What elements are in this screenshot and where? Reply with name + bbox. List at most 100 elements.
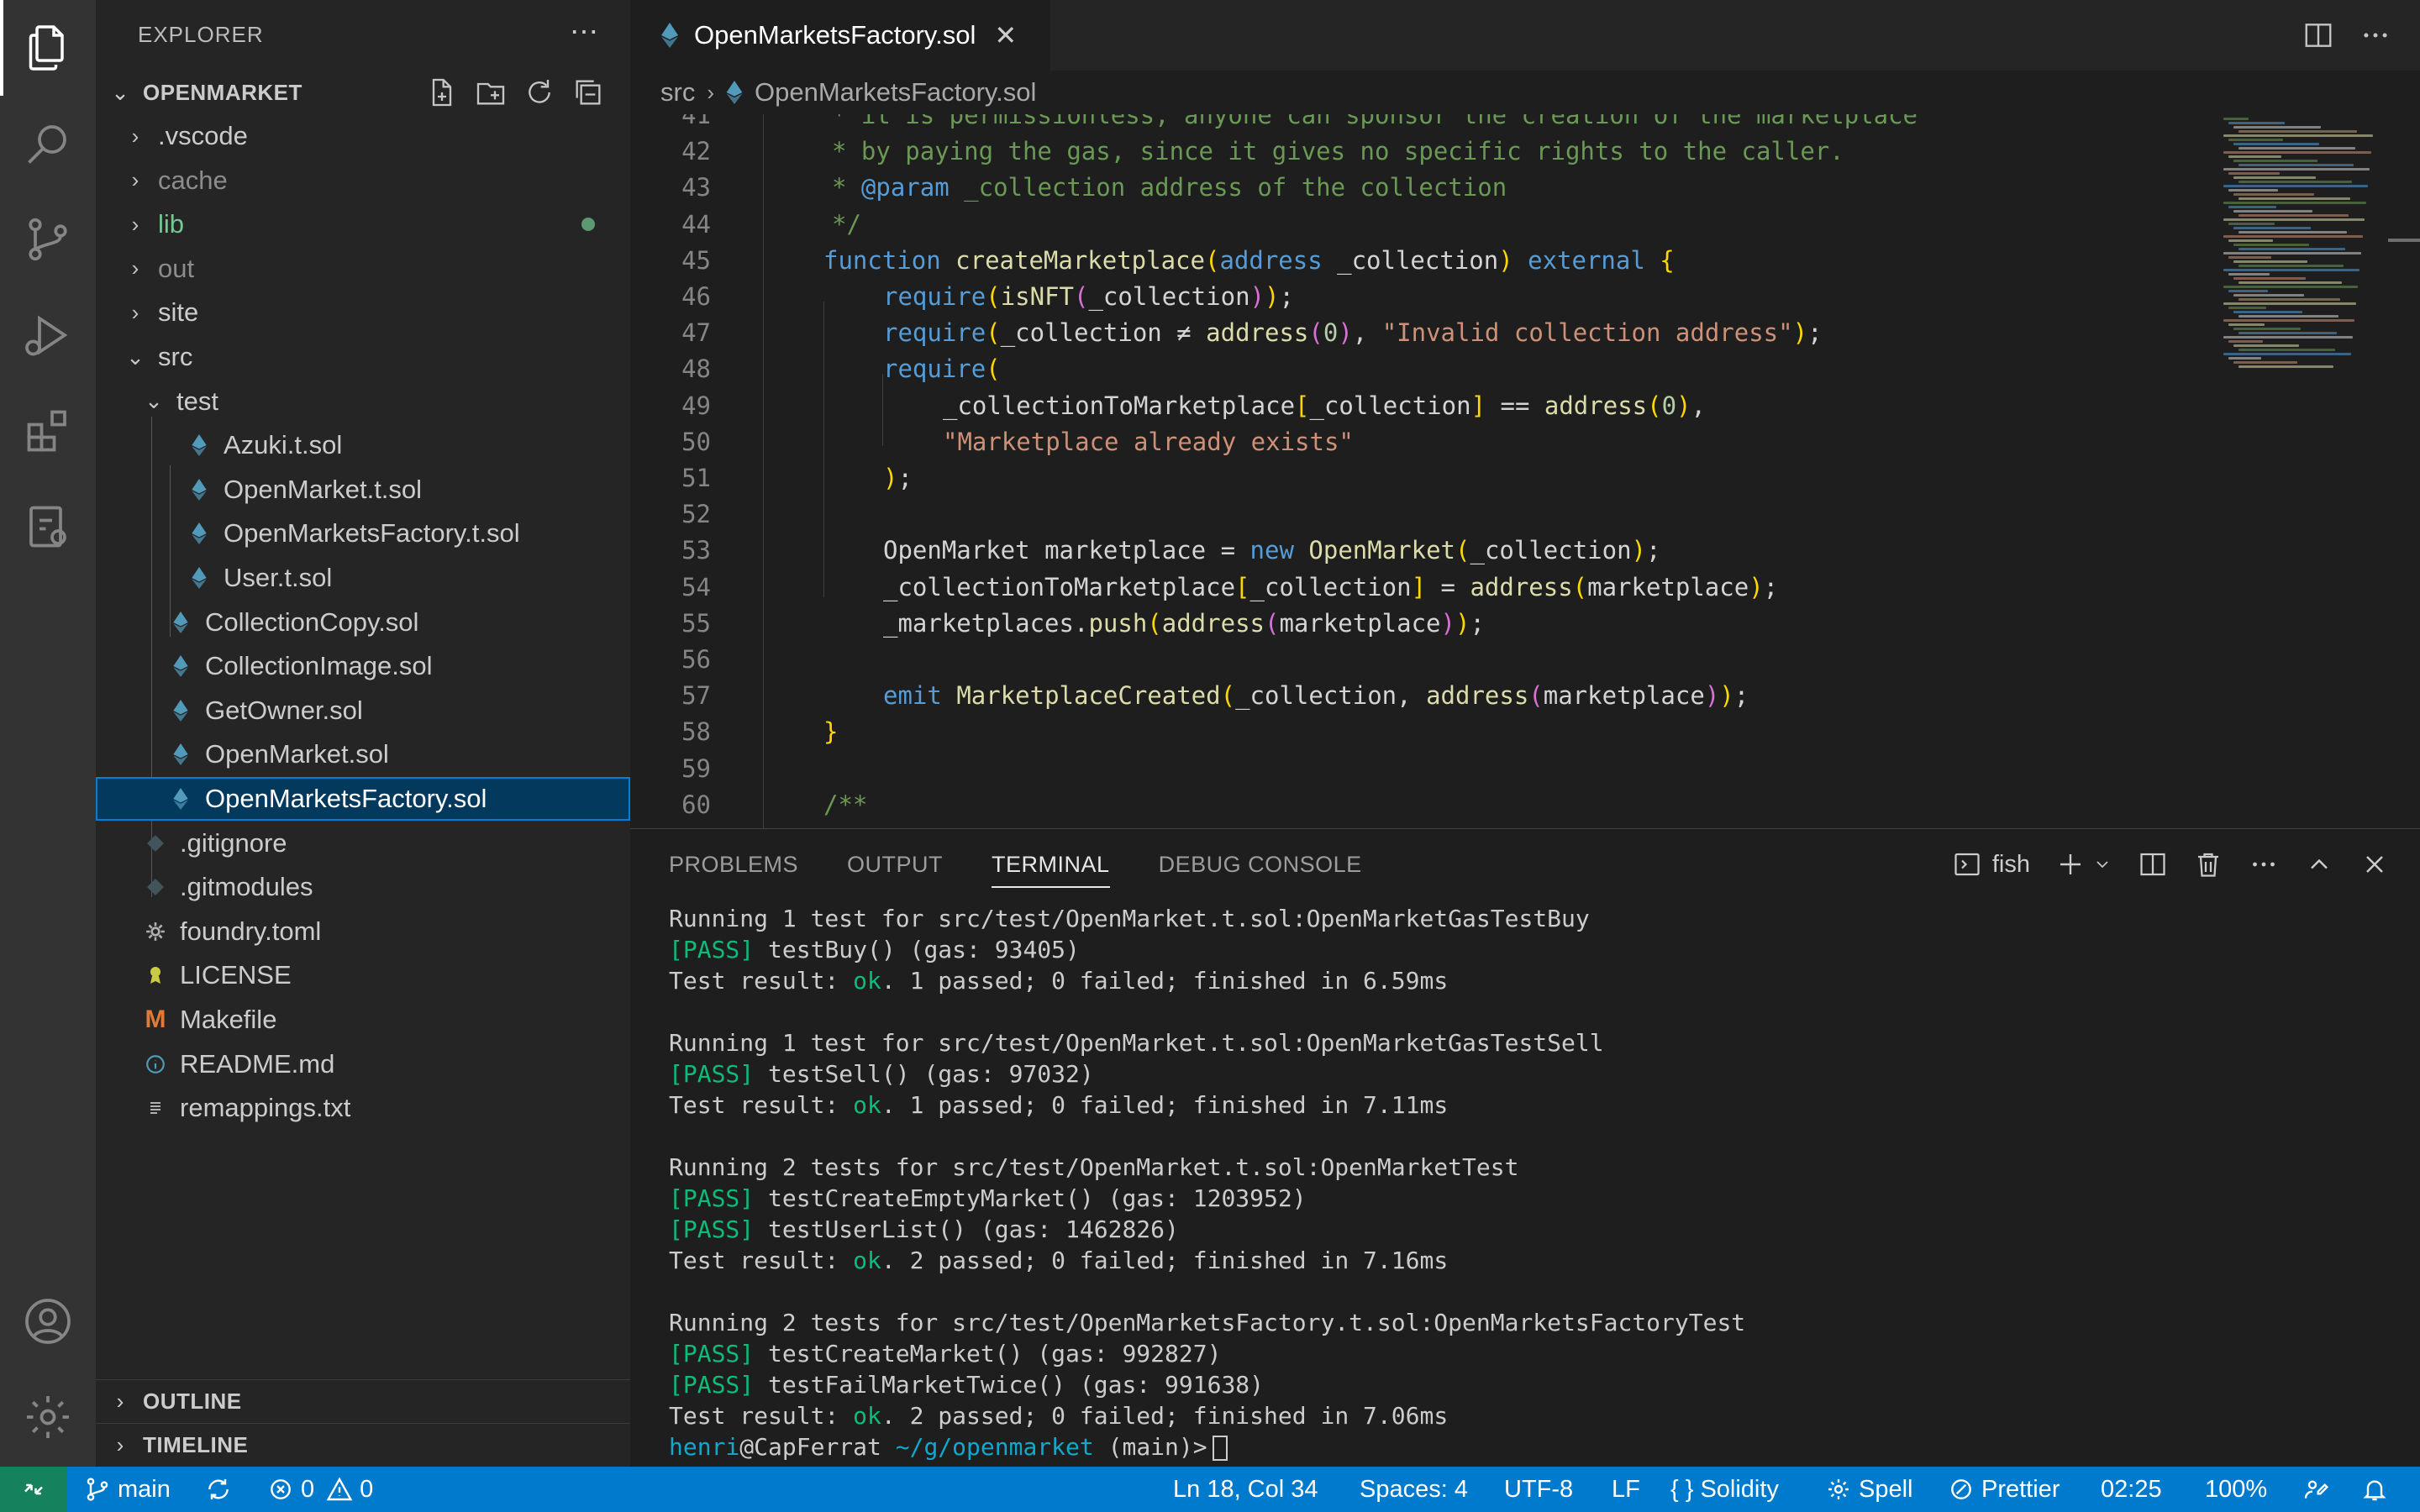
- tree-item[interactable]: › out: [96, 247, 630, 291]
- timeline-section[interactable]: › TIMELINE: [96, 1423, 630, 1467]
- more-actions-icon[interactable]: [2249, 849, 2279, 879]
- chevron-right-icon: ›: [131, 299, 139, 325]
- tree-item[interactable]: CollectionImage.sol: [96, 644, 630, 688]
- explorer-icon[interactable]: [0, 0, 96, 96]
- source-control-icon[interactable]: [0, 192, 96, 287]
- tab-terminal[interactable]: TERMINAL: [992, 829, 1110, 900]
- code-editor[interactable]: 41 * it is permissionless, anyone can spo…: [630, 114, 2420, 828]
- outline-section[interactable]: › OUTLINE: [96, 1379, 630, 1423]
- editor-scrollbar[interactable]: [2388, 239, 2420, 242]
- git-branch-item[interactable]: main: [84, 1467, 171, 1512]
- prettier-status[interactable]: Prettier: [1948, 1467, 2060, 1512]
- tree-item[interactable]: Azuki.t.sol: [96, 423, 630, 467]
- maximize-panel-icon[interactable]: [2304, 849, 2334, 879]
- search-icon[interactable]: [0, 96, 96, 192]
- spell-checker[interactable]: Spell: [1825, 1467, 1913, 1512]
- minimap-line: [2238, 298, 2340, 301]
- new-folder-icon[interactable]: [474, 76, 508, 109]
- cursor-position[interactable]: Ln 18, Col 34: [1173, 1467, 1318, 1512]
- language-mode[interactable]: { } Solidity: [1670, 1467, 1779, 1512]
- terminal-profile-selector[interactable]: fish: [1952, 849, 2030, 879]
- branch-name: main: [118, 1475, 171, 1503]
- settings-gear-icon[interactable]: [0, 1369, 96, 1465]
- tree-item-label: OpenMarketsFactory.t.sol: [224, 518, 520, 549]
- tree-item[interactable]: ⌄ test: [96, 380, 630, 423]
- sync-icon: [208, 1479, 229, 1499]
- tree-item[interactable]: M Makefile: [96, 998, 630, 1042]
- line-number: 47: [681, 318, 711, 348]
- code-line: 53 OpenMarket marketplace = new OpenMarke…: [630, 533, 2210, 569]
- new-terminal-icon[interactable]: [2055, 849, 2086, 879]
- explorer-sidebar: EXPLORER ⋯ ⌄ OPENMARKET › .vscode › cache › l…: [96, 0, 630, 1467]
- tree-item[interactable]: .gitignore: [96, 822, 630, 865]
- code-line: 51);: [630, 460, 2210, 496]
- project-section-header[interactable]: ⌄ OPENMARKET: [96, 71, 630, 114]
- terminal-line: Running 2 tests for src/test/OpenMarkets…: [669, 1309, 1746, 1336]
- solidity-file-icon: [168, 698, 193, 723]
- remote-explorer-icon[interactable]: [0, 479, 96, 575]
- collapse-all-icon[interactable]: [571, 76, 605, 109]
- tree-item[interactable]: ⌄ src: [96, 335, 630, 379]
- tree-item-label: User.t.sol: [224, 563, 333, 592]
- chevron-down-icon[interactable]: [2092, 849, 2112, 879]
- tree-item[interactable]: README.md: [96, 1042, 630, 1086]
- sync-button[interactable]: [205, 1467, 232, 1512]
- feedback-button[interactable]: [2302, 1467, 2329, 1512]
- tree-item[interactable]: OpenMarketsFactory.t.sol: [96, 512, 630, 555]
- breadcrumb-file[interactable]: OpenMarketsFactory.sol: [755, 77, 1036, 108]
- tree-item[interactable]: › cache: [96, 159, 630, 202]
- line-code: * by paying the gas, since it gives no s…: [832, 137, 1844, 166]
- new-file-icon[interactable]: [425, 76, 459, 109]
- tab-output[interactable]: OUTPUT: [847, 829, 943, 900]
- close-panel-icon[interactable]: [2360, 849, 2390, 879]
- more-actions-icon[interactable]: ⋯: [570, 15, 600, 49]
- split-terminal-icon[interactable]: [2138, 849, 2168, 879]
- tree-item[interactable]: remappings.txt: [96, 1086, 630, 1130]
- line-code: _marketplaces.push(address(marketplace))…: [883, 608, 1485, 638]
- tab-openmarketsfactory[interactable]: OpenMarketsFactory.sol ✕: [630, 0, 1050, 71]
- terminal-prompt[interactable]: henri@CapFerrat ~/g/openmarket (main)>: [669, 1431, 2391, 1462]
- tree-item[interactable]: OpenMarketsFactory.sol: [96, 777, 630, 821]
- encoding[interactable]: UTF-8: [1504, 1467, 1573, 1512]
- tree-item[interactable]: LICENSE: [96, 953, 630, 997]
- prompt-path: ~/g/openmarket: [895, 1433, 1094, 1461]
- indentation[interactable]: Spaces: 4: [1360, 1467, 1468, 1512]
- refresh-icon[interactable]: [523, 76, 556, 109]
- info-icon: [143, 1052, 168, 1077]
- remote-indicator[interactable]: [0, 1467, 67, 1512]
- tab-problems[interactable]: PROBLEMS: [669, 829, 798, 900]
- close-icon[interactable]: ✕: [994, 19, 1017, 51]
- more-actions-icon[interactable]: [2360, 19, 2391, 51]
- tree-item[interactable]: OpenMarket.sol: [96, 732, 630, 776]
- tree-item[interactable]: foundry.toml: [96, 910, 630, 953]
- tree-item[interactable]: User.t.sol: [96, 556, 630, 600]
- run-debug-icon[interactable]: [0, 287, 96, 383]
- minimap-line: [2233, 210, 2312, 213]
- breadcrumb-folder[interactable]: src: [660, 77, 695, 108]
- minimap-line: [2238, 365, 2333, 368]
- chevron-right-icon: ›: [131, 211, 139, 237]
- notifications-button[interactable]: [2361, 1467, 2388, 1512]
- problems-indicator[interactable]: 0 0: [267, 1467, 373, 1512]
- end-of-line[interactable]: LF: [1612, 1467, 1640, 1512]
- minimap-line: [2233, 294, 2304, 297]
- tree-item[interactable]: GetOwner.sol: [96, 689, 630, 732]
- tree-item[interactable]: › lib: [96, 202, 630, 246]
- trash-icon[interactable]: [2193, 849, 2223, 879]
- tree-item[interactable]: › site: [96, 291, 630, 334]
- tree-item[interactable]: OpenMarket.t.sol: [96, 468, 630, 512]
- line-number: 50: [681, 427, 711, 456]
- extensions-icon[interactable]: [0, 383, 96, 479]
- tree-item[interactable]: CollectionCopy.sol: [96, 601, 630, 644]
- terminal-output[interactable]: Running 1 test for src/test/OpenMarket.t…: [669, 903, 2391, 1462]
- minimap[interactable]: [2218, 114, 2386, 828]
- tree-item-label: GetOwner.sol: [205, 695, 363, 725]
- split-editor-icon[interactable]: [2302, 19, 2334, 51]
- tree-item[interactable]: › .vscode: [96, 114, 630, 158]
- sidebar-title: EXPLORER: [138, 22, 264, 47]
- account-icon[interactable]: [0, 1273, 96, 1369]
- minimap-line: [2228, 223, 2275, 225]
- tree-item[interactable]: .gitmodules: [96, 865, 630, 909]
- zoom-level[interactable]: 100%: [2205, 1467, 2267, 1512]
- tab-debug-console[interactable]: DEBUG CONSOLE: [1159, 829, 1362, 900]
